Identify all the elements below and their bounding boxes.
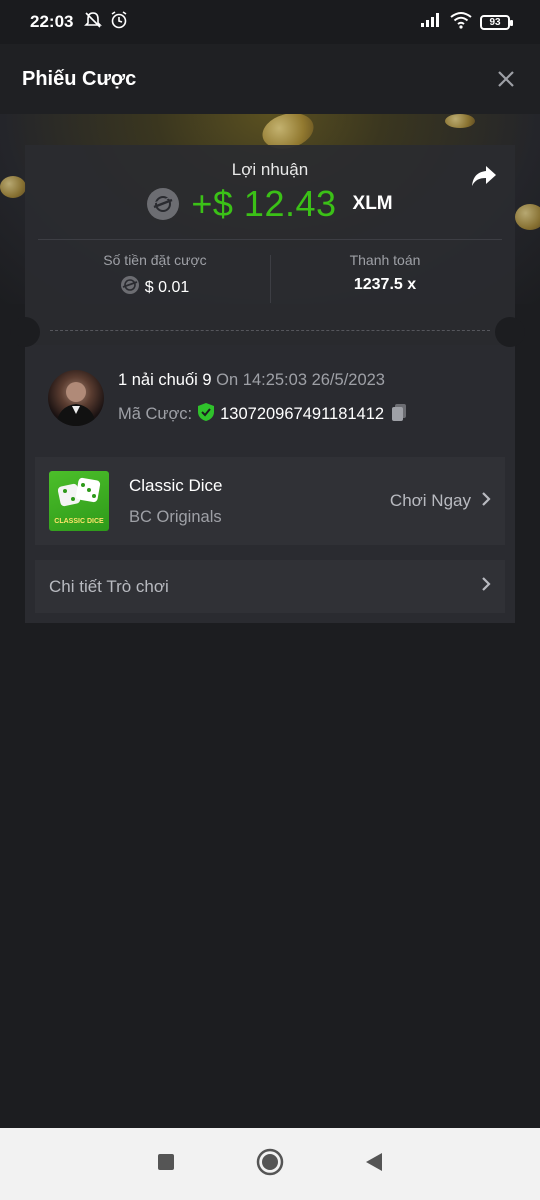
nav-back-icon[interactable] — [364, 1151, 384, 1178]
close-icon[interactable] — [494, 67, 518, 91]
chevron-right-icon — [481, 576, 491, 597]
profit-currency: XLM — [352, 193, 393, 214]
dashed-divider — [50, 330, 490, 331]
user-info: 1 nải chuối 9 On 14:25:03 26/5/2023 — [118, 371, 385, 390]
battery-level: 93 — [489, 16, 501, 28]
ticket-notch — [495, 317, 525, 347]
game-provider: BC Originals — [129, 507, 222, 526]
bet-amount-label: Số tiền đặt cược — [103, 252, 207, 268]
status-bar: 22:03 93 — [0, 0, 540, 44]
coin-decoration — [445, 114, 475, 128]
divider — [38, 239, 502, 240]
xlm-coin-icon — [147, 188, 180, 220]
signal-icon — [420, 12, 442, 33]
page-title: Phiếu Cược — [22, 67, 137, 90]
profit-row: +$ 12.43 XLM — [0, 183, 540, 225]
game-details-label: Chi tiết Trò chơi — [49, 576, 169, 596]
bet-amount-value: $ 0.01 — [144, 278, 190, 296]
nav-recents-icon[interactable] — [156, 1152, 176, 1177]
nav-home-icon[interactable] — [256, 1148, 284, 1181]
header: Phiếu Cược — [0, 44, 540, 114]
payout-stat: Thanh toán 1237.5 x — [270, 252, 500, 294]
bet-amount-stat: Số tiền đặt cược $ 0.01 — [40, 252, 270, 299]
profit-amount: +$ 12.43 — [191, 183, 337, 224]
system-nav-bar — [0, 1128, 540, 1200]
game-name: Classic Dice — [129, 475, 223, 495]
xlm-coin-icon — [120, 276, 139, 299]
game-thumbnail-text: CLASSIC DICE — [54, 518, 104, 525]
game-details-row[interactable]: Chi tiết Trò chơi — [35, 560, 505, 613]
play-now-label: Chơi Ngay — [389, 491, 471, 510]
username[interactable]: 1 nải chuối 9 — [118, 371, 212, 389]
battery-icon: 93 — [480, 14, 513, 30]
do-not-disturb-icon — [83, 10, 103, 35]
bet-time: On 14:25:03 26/5/2023 — [216, 371, 385, 389]
game-info: Classic Dice BC Originals — [129, 476, 223, 527]
avatar[interactable] — [48, 370, 104, 426]
bet-id-row: Mã Cược: 130720967491181412 — [118, 402, 409, 427]
ticket-notch — [10, 317, 40, 347]
profit-label: Lợi nhuận — [231, 160, 309, 179]
game-thumbnail: CLASSIC DICE — [49, 471, 109, 531]
bet-id-label: Mã Cược: — [118, 405, 193, 423]
wifi-icon — [450, 11, 472, 34]
copy-icon[interactable] — [389, 402, 409, 427]
payout-label: Thanh toán — [349, 252, 421, 268]
alarm-icon — [109, 10, 129, 35]
verified-shield-icon — [197, 402, 215, 427]
chevron-right-icon — [481, 491, 491, 512]
bet-amount-value-row: $ 0.01 — [40, 276, 270, 299]
payout-value: 1237.5 x — [353, 276, 417, 293]
game-row[interactable]: CLASSIC DICE Classic Dice BC Originals C… — [35, 457, 505, 545]
bet-id: 130720967491181412 — [220, 405, 385, 423]
play-now-button[interactable]: Chơi Ngay — [390, 491, 491, 512]
share-icon[interactable] — [470, 163, 498, 189]
status-time: 22:03 — [30, 12, 74, 31]
